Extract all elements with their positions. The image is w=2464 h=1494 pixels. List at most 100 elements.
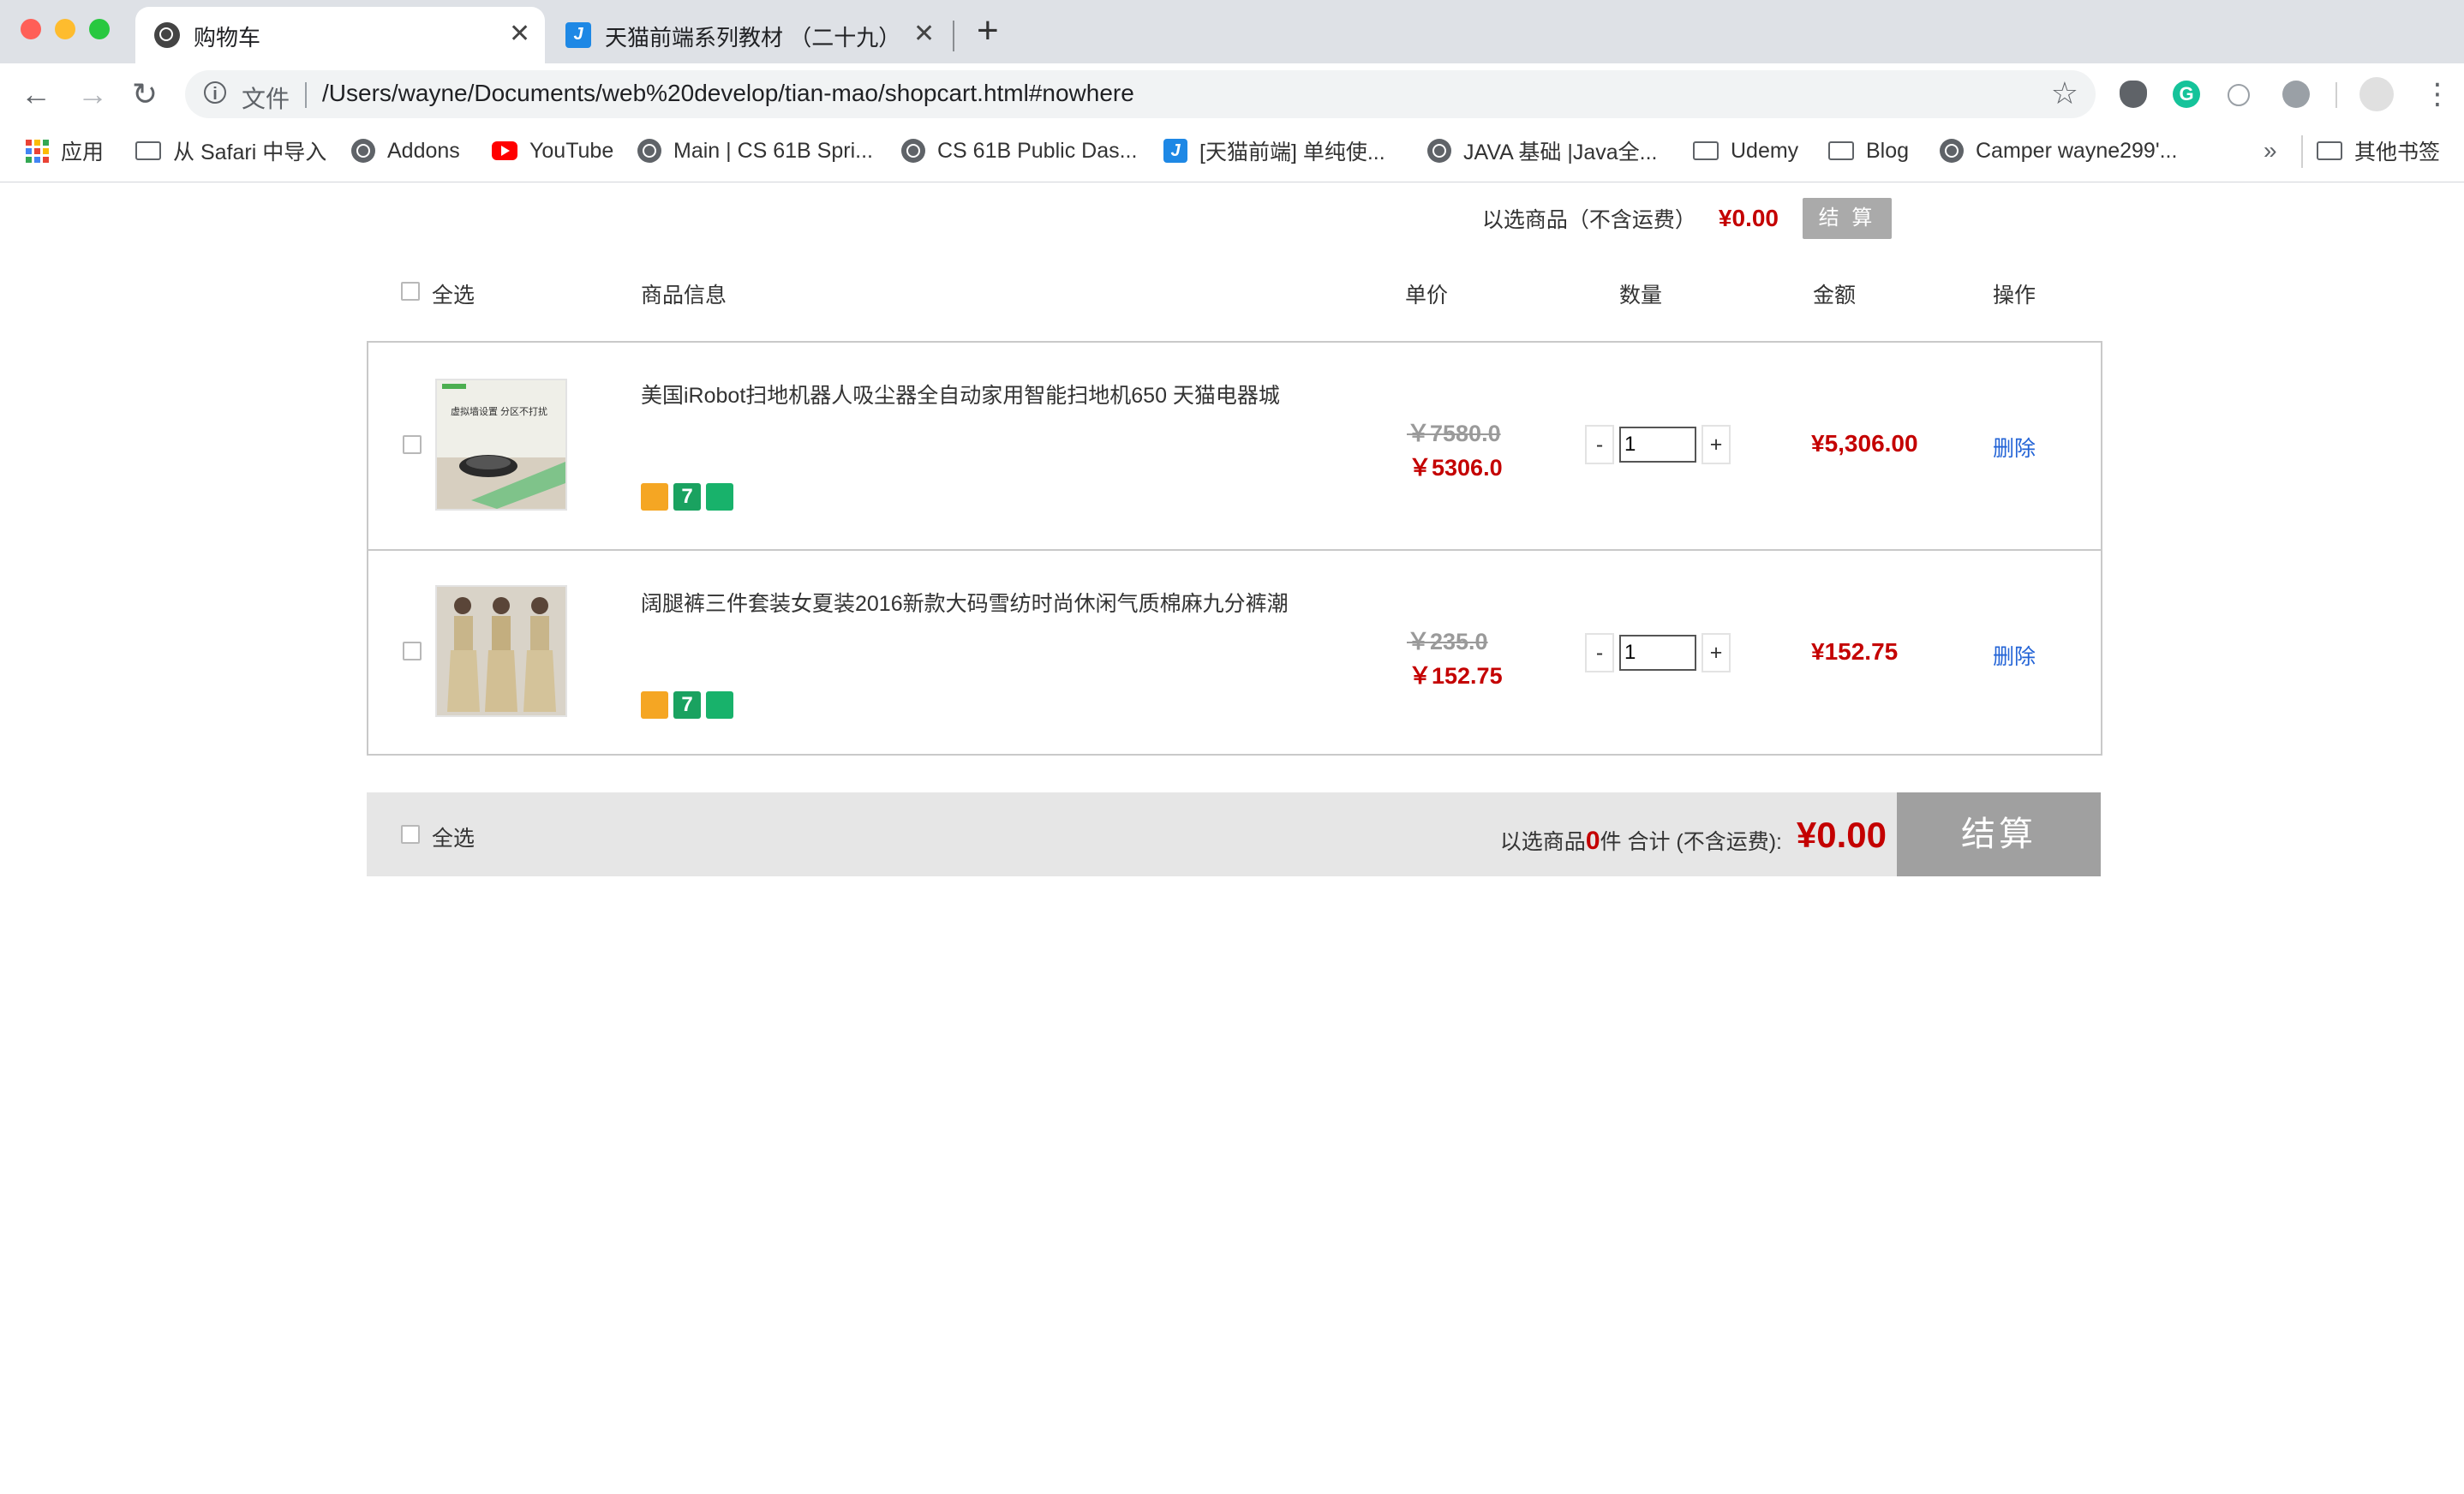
apps-grid-icon — [26, 139, 49, 163]
bookmark-addons[interactable]: Addons — [351, 134, 460, 168]
bookmark-apps[interactable]: 应用 — [26, 134, 104, 168]
quantity-input[interactable] — [1619, 635, 1696, 671]
avatar[interactable] — [2359, 77, 2394, 111]
bookmarks-divider — [2301, 135, 2303, 168]
select-all-checkbox[interactable] — [401, 282, 420, 301]
seven-day-return-icon: 7 — [673, 691, 701, 719]
footer-select-all-label: 全选 — [432, 827, 475, 851]
thumbnail-caption: 虚拟墙设置 分区不打扰 — [451, 407, 548, 417]
info-icon[interactable]: i — [204, 81, 226, 104]
maximize-window-button[interactable] — [89, 19, 110, 39]
globe-icon — [901, 139, 925, 163]
top-checkout-button[interactable]: 结 算 — [1803, 198, 1892, 239]
minimize-window-button[interactable] — [55, 19, 75, 39]
delete-link[interactable]: 删除 — [1993, 432, 2036, 463]
header-action: 操作 — [1993, 284, 2036, 308]
forward-arrow-icon[interactable]: → — [77, 77, 108, 111]
globe-icon — [154, 22, 180, 48]
bookmark-label: 应用 — [61, 140, 105, 164]
product-thumbnail-pants-set[interactable] — [435, 585, 567, 717]
credit-card-icon — [641, 483, 668, 511]
cart-row: 虚拟墙设置 分区不打扰 美国iRobot扫地机器人吸尘器全自动家用智能扫地机65… — [368, 343, 2101, 548]
bookmark-cs61b-dashboard[interactable]: CS 61B Public Das... — [901, 134, 1137, 168]
increase-button[interactable]: + — [1701, 425, 1731, 464]
header-unit-price: 单价 — [1405, 284, 1449, 308]
reload-icon[interactable]: ↻ — [132, 77, 158, 111]
jb-icon: J — [565, 22, 591, 48]
item-checkbox[interactable] — [403, 435, 422, 454]
shopcart-page: 以选商品（不含运费） ¥0.00 结 算 全选 商品信息 单价 数量 金额 操作… — [0, 182, 2464, 1494]
close-tab-icon[interactable]: ✕ — [913, 19, 935, 49]
address-bar[interactable]: i 文件 /Users/wayne/Documents/web%20develo… — [185, 70, 2096, 118]
bookmark-java-basics[interactable]: JAVA 基础 |Java全... — [1427, 134, 1657, 168]
footer-prefix: 以选商品 — [1499, 830, 1586, 854]
top-summary: 以选商品（不含运费） ¥0.00 结 算 — [1482, 198, 1892, 239]
decrease-button[interactable]: - — [1585, 425, 1614, 464]
bookmark-label: Addons — [387, 138, 460, 163]
bookmark-blog[interactable]: Blog — [1828, 134, 1909, 168]
grammarly-icon[interactable]: G — [2173, 81, 2200, 108]
speed-extension-icon[interactable] — [2228, 84, 2250, 106]
close-tab-icon[interactable]: ✕ — [509, 19, 530, 49]
header-select-all: 全选 — [432, 284, 475, 308]
bookmark-camper[interactable]: Camper wayne299'... — [1940, 134, 2177, 168]
folder-icon — [2317, 141, 2342, 160]
quantity-stepper: - + — [1585, 633, 1731, 672]
bookmarks-overflow-icon[interactable]: » — [2264, 137, 2277, 164]
checkout-button[interactable]: 结算 — [1897, 792, 2101, 876]
header-quantity: 数量 — [1619, 284, 1663, 308]
item-checkbox[interactable] — [403, 642, 422, 660]
bookmark-star-icon[interactable]: ☆ — [2051, 75, 2078, 111]
quantity-stepper: - + — [1585, 425, 1731, 464]
decrease-button[interactable]: - — [1585, 633, 1614, 672]
increase-button[interactable]: + — [1701, 633, 1731, 672]
tab-shopcart[interactable]: 购物车 ✕ — [135, 7, 545, 63]
header-amount: 金额 — [1813, 284, 1857, 308]
guarantee-icon — [706, 483, 733, 511]
delete-link[interactable]: 删除 — [1993, 640, 2036, 671]
new-tab-button[interactable]: + — [977, 12, 999, 50]
service-icons: 7 — [641, 483, 733, 511]
credit-card-icon — [641, 691, 668, 719]
seven-day-return-icon: 7 — [673, 483, 701, 511]
address-divider — [305, 82, 307, 108]
bookmark-youtube[interactable]: YouTube — [492, 134, 613, 168]
cart-item-table: 虚拟墙设置 分区不打扰 美国iRobot扫地机器人吸尘器全自动家用智能扫地机65… — [367, 341, 2102, 756]
product-name[interactable]: 阔腿裤三件套装女夏装2016新款大码雪纺时尚休闲气质棉麻九分裤潮 — [641, 587, 1289, 618]
tab-title: 购物车 — [194, 25, 261, 51]
bookmark-label: CS 61B Public Das... — [937, 138, 1138, 163]
tab-tianmao-tutorial[interactable]: J 天猫前端系列教材 （二十九）- 前 ✕ — [547, 7, 949, 63]
bookmark-cs61b-main[interactable]: Main | CS 61B Spri... — [637, 134, 873, 168]
bookmark-other[interactable]: 其他书签 — [2317, 134, 2440, 168]
back-arrow-icon[interactable]: ← — [21, 77, 51, 111]
promo-price: ￥5306.0 — [1408, 455, 1503, 481]
url-text[interactable]: /Users/wayne/Documents/web%20develop/tia… — [322, 80, 1134, 107]
bookmark-tianmao[interactable]: J [天猫前端] 单纯使... — [1163, 134, 1385, 168]
cart-footer: 全选 以选商品0件 合计 (不含运费): ¥0.00 结算 — [367, 792, 2101, 876]
bookmark-safari-import[interactable]: 从 Safari 中导入 — [135, 134, 326, 168]
bookmark-label: Udemy — [1731, 138, 1799, 163]
globe-icon — [1940, 139, 1964, 163]
footer-select-all-checkbox[interactable] — [401, 825, 420, 844]
footer-suffix: 件 合计 (不含运费): — [1600, 830, 1783, 854]
extension-icon[interactable] — [2282, 81, 2310, 108]
quantity-input[interactable] — [1619, 427, 1696, 463]
menu-kebab-icon[interactable]: ⋮ — [2423, 77, 2452, 111]
footer-summary-text: 以选商品0件 合计 (不含运费): — [1500, 825, 1782, 856]
footer-total: ¥0.00 — [1796, 815, 1887, 855]
bookmark-udemy[interactable]: Udemy — [1693, 134, 1798, 168]
close-window-button[interactable] — [21, 19, 41, 39]
product-thumbnail-robot-vacuum[interactable]: 虚拟墙设置 分区不打扰 — [435, 379, 567, 511]
security-label: 文件 — [242, 86, 290, 112]
top-summary-label: 以选商品（不含运费） — [1481, 208, 1696, 232]
selected-count: 0 — [1585, 827, 1600, 855]
promo-price: ￥152.75 — [1408, 663, 1503, 689]
product-name[interactable]: 美国iRobot扫地机器人吸尘器全自动家用智能扫地机650 天猫电器城 — [641, 379, 1280, 409]
bookmark-label: YouTube — [529, 138, 614, 163]
globe-icon — [351, 139, 375, 163]
bookmark-label: Camper wayne299'... — [1976, 138, 2178, 163]
globe-icon — [637, 139, 661, 163]
parachute-extension-icon[interactable] — [2120, 81, 2147, 108]
folder-icon — [135, 141, 161, 160]
item-subtotal: ¥5,306.00 — [1811, 430, 1918, 457]
